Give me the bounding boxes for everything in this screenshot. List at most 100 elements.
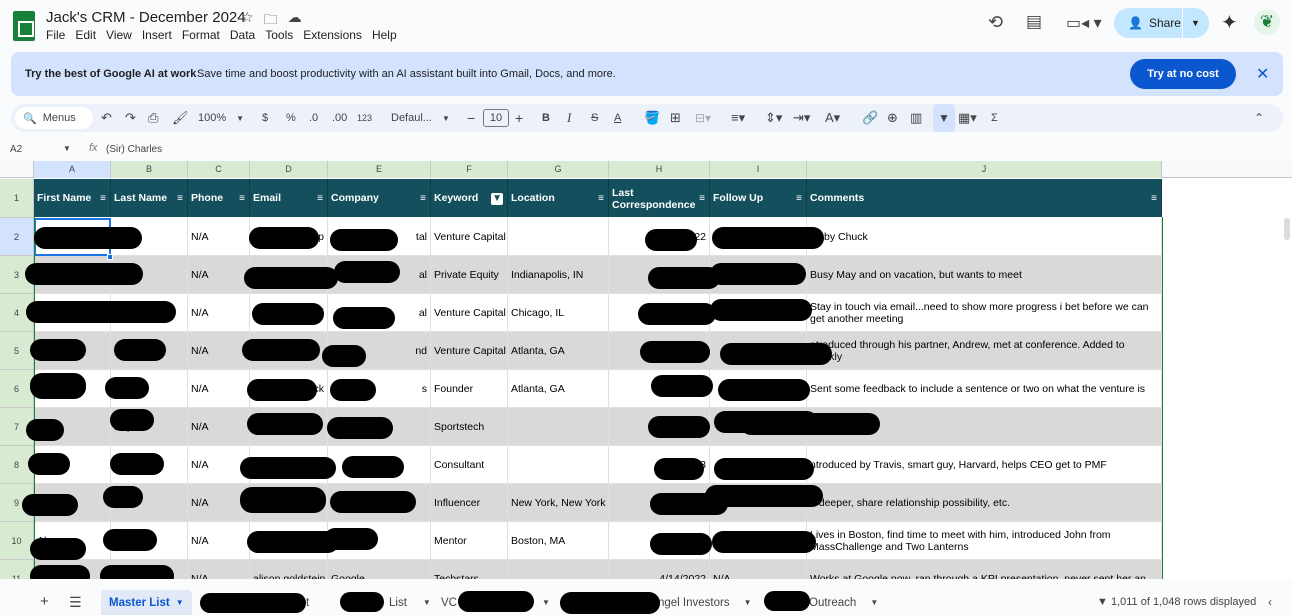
- header-cell-keyword[interactable]: Keyword ▼: [431, 179, 508, 217]
- menu-tools[interactable]: Tools: [265, 28, 293, 42]
- header-cell-first-name[interactable]: First Name ≡: [34, 179, 111, 217]
- menu-extensions[interactable]: Extensions: [303, 28, 362, 42]
- cell-location[interactable]: [508, 446, 609, 484]
- filter-icon[interactable]: ≡: [239, 193, 245, 205]
- tab-angel-investors[interactable]: ngel Investors ▼: [658, 590, 752, 615]
- collapse-toolbar-icon[interactable]: ⌃: [1254, 104, 1264, 132]
- functions-button[interactable]: Σ: [991, 104, 998, 132]
- row-header-11[interactable]: 11: [0, 560, 34, 579]
- decrease-decimal-button[interactable]: .0: [309, 104, 318, 132]
- version-history-icon[interactable]: ⟲: [988, 12, 1003, 33]
- gemini-sparkle-icon[interactable]: ✦: [1221, 10, 1238, 35]
- filter-icon[interactable]: ≡: [317, 193, 323, 205]
- header-cell-email[interactable]: Email ≡: [250, 179, 328, 217]
- cell-location[interactable]: [508, 408, 609, 446]
- cell-location[interactable]: Atlanta, GA: [508, 370, 609, 408]
- font-size-input[interactable]: 10: [483, 109, 509, 127]
- filter-icon[interactable]: ≡: [796, 193, 802, 205]
- increase-decimal-button[interactable]: .00: [332, 104, 347, 132]
- cell-phone[interactable]: N/A: [188, 522, 250, 560]
- column-header-f[interactable]: F: [431, 161, 508, 178]
- menu-view[interactable]: View: [106, 28, 132, 42]
- redo-icon[interactable]: ↷: [125, 104, 136, 132]
- zoom-select[interactable]: 100% ▼: [198, 104, 244, 132]
- cell-location[interactable]: [508, 218, 609, 256]
- menu-file[interactable]: File: [46, 28, 65, 42]
- header-cell-last-name[interactable]: Last Name ≡: [111, 179, 188, 217]
- menus-search[interactable]: 🔍 Menus: [15, 107, 93, 129]
- insert-comment-icon[interactable]: ⊕: [887, 104, 898, 132]
- chevron-down-icon[interactable]: ▼: [63, 144, 71, 153]
- horizontal-align-icon[interactable]: ≡▾: [731, 104, 745, 132]
- tab-t[interactable]: t: [306, 590, 309, 615]
- cell-email[interactable]: alison.goldstein: [250, 560, 328, 579]
- cell-phone[interactable]: N/A: [188, 332, 250, 370]
- cell-comments[interactable]: ntroduced by Travis, smart guy, Harvard,…: [807, 446, 1162, 484]
- header-cell-comments[interactable]: Comments ≡: [807, 179, 1162, 217]
- cell-location[interactable]: [508, 560, 609, 579]
- comments-icon[interactable]: ▤: [1026, 12, 1042, 32]
- tab-master-list[interactable]: Master List ▼: [101, 590, 192, 615]
- cell-location[interactable]: Boston, MA: [508, 522, 609, 560]
- chevron-left-icon[interactable]: ‹: [1268, 595, 1272, 609]
- sheets-logo-icon[interactable]: [13, 11, 35, 41]
- text-wrapping-icon[interactable]: ⇥▾: [793, 104, 810, 132]
- cell-phone[interactable]: N/A: [188, 256, 250, 294]
- tab-vc[interactable]: VC: [441, 590, 457, 615]
- undo-icon[interactable]: ↶: [101, 104, 112, 132]
- cell-comments[interactable]: Stay in touch via email...need to show m…: [807, 294, 1162, 332]
- cell-keyword[interactable]: Venture Capital: [431, 294, 508, 332]
- decrease-font-size-icon[interactable]: −: [467, 104, 475, 132]
- cell-keyword[interactable]: Techstars: [431, 560, 508, 579]
- column-header-d[interactable]: D: [250, 161, 328, 178]
- cell-last-corr[interactable]: 4/14/2022: [609, 560, 710, 579]
- tab-outreach[interactable]: Outreach ▼: [809, 590, 878, 615]
- share-button[interactable]: 👤 Share ▼: [1114, 8, 1209, 38]
- row-header-6[interactable]: 6: [0, 370, 34, 408]
- filter-icon[interactable]: ≡: [177, 193, 183, 205]
- column-header-h[interactable]: H: [609, 161, 710, 178]
- cell-location[interactable]: Chicago, IL: [508, 294, 609, 332]
- cell-location[interactable]: New York, New York: [508, 484, 609, 522]
- document-title[interactable]: Jack's CRM - December 2024: [46, 9, 246, 26]
- paint-format-icon[interactable]: 🖌: [172, 104, 189, 132]
- cell-location[interactable]: Indianapolis, IN: [508, 256, 609, 294]
- insert-link-icon[interactable]: 🔗: [862, 104, 878, 132]
- select-all-corner[interactable]: [0, 161, 34, 178]
- column-header-a[interactable]: A: [34, 161, 111, 178]
- filter-icon[interactable]: ≡: [699, 193, 705, 205]
- cell-comments[interactable]: o deeper, share relationship possibility…: [807, 484, 1162, 522]
- fill-color-icon[interactable]: 🪣: [644, 104, 660, 132]
- cell-keyword[interactable]: Private Equity: [431, 256, 508, 294]
- row-header-5[interactable]: 5: [0, 332, 34, 370]
- chevron-down-icon[interactable]: ▼: [542, 598, 550, 607]
- borders-icon[interactable]: ⊞: [670, 104, 681, 132]
- cell-phone[interactable]: N/A: [188, 560, 250, 579]
- merge-cells-icon[interactable]: ⊟▾: [695, 104, 711, 132]
- increase-font-size-icon[interactable]: +: [515, 104, 523, 132]
- cell-keyword[interactable]: Mentor: [431, 522, 508, 560]
- bold-button[interactable]: B: [542, 104, 550, 132]
- cell-keyword[interactable]: Venture Capital: [431, 332, 508, 370]
- header-cell-phone[interactable]: Phone ≡: [188, 179, 250, 217]
- header-cell-last-correspondence[interactable]: Last Correspondence ≡: [609, 179, 710, 217]
- filter-icon[interactable]: ≡: [420, 193, 426, 205]
- strikethrough-button[interactable]: S: [591, 104, 598, 132]
- column-header-c[interactable]: C: [188, 161, 250, 178]
- cell-phone[interactable]: N/A: [188, 218, 250, 256]
- column-header-g[interactable]: G: [508, 161, 609, 178]
- column-header-j[interactable]: J: [807, 161, 1162, 178]
- cell-comments[interactable]: Busy May and on vacation, but wants to m…: [807, 256, 1162, 294]
- cell-company[interactable]: Google: [328, 560, 431, 579]
- cell-keyword[interactable]: Sportstech: [431, 408, 508, 446]
- text-rotation-icon[interactable]: A▾: [825, 104, 840, 132]
- percent-format-button[interactable]: %: [286, 104, 296, 132]
- cell-comments[interactable]: es by Chuck: [807, 218, 1162, 256]
- menu-insert[interactable]: Insert: [142, 28, 172, 42]
- column-header-e[interactable]: E: [328, 161, 431, 178]
- video-call-icon[interactable]: ▭◂ ▾: [1066, 13, 1102, 33]
- cell-phone[interactable]: N/A: [188, 408, 250, 446]
- try-at-no-cost-button[interactable]: Try at no cost: [1130, 59, 1236, 89]
- cell-keyword[interactable]: Venture Capital: [431, 218, 508, 256]
- menu-data[interactable]: Data: [230, 28, 255, 42]
